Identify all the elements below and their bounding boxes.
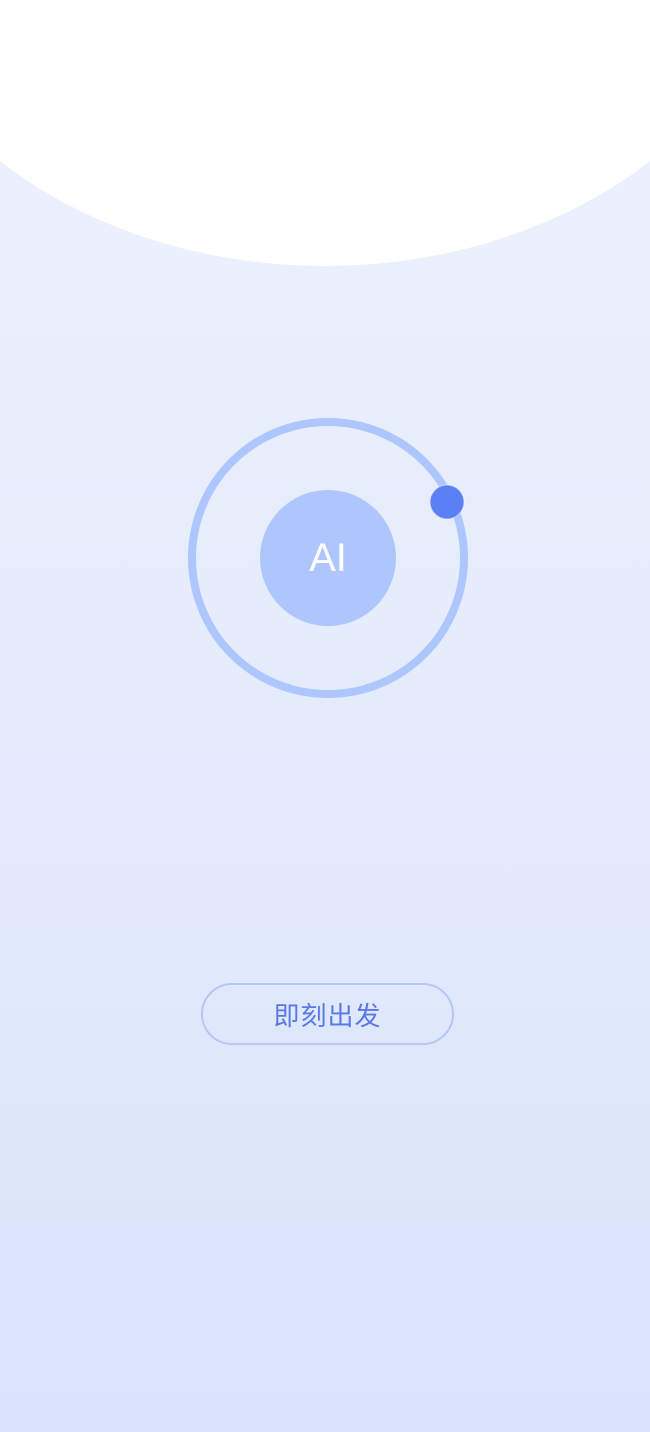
start-button[interactable]: 即刻出发 xyxy=(201,983,454,1045)
ai-label: AI xyxy=(309,536,347,580)
ai-orbit-loader: AI xyxy=(188,418,468,698)
app-screen: AI 即刻出发 xyxy=(0,0,650,1432)
ai-core: AI xyxy=(260,490,396,626)
header-curve xyxy=(0,0,650,266)
start-button-label: 即刻出发 xyxy=(273,1001,382,1032)
orbit-dot xyxy=(429,484,465,520)
